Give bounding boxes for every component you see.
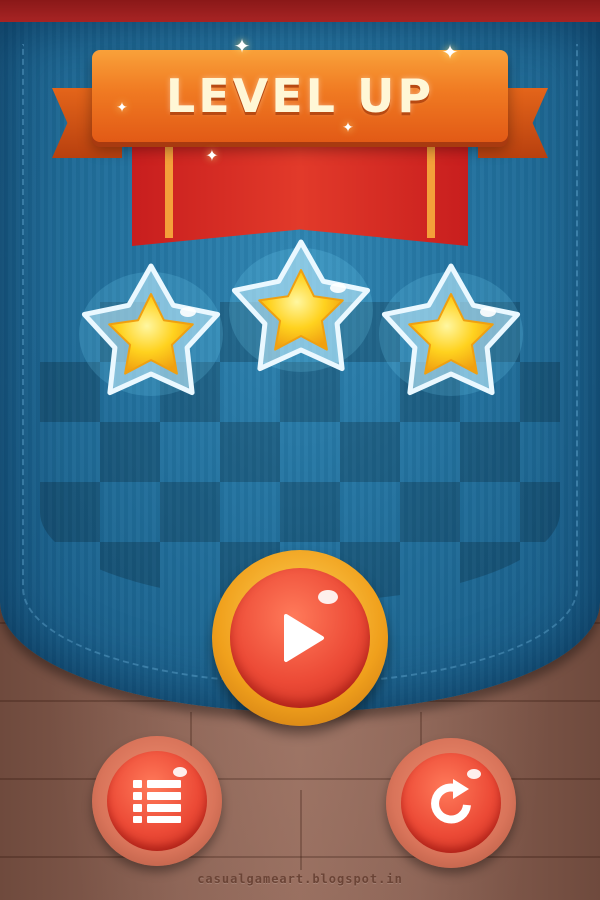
play-button[interactable] (212, 550, 388, 726)
sparkle-icon: ✦ (441, 40, 459, 64)
sparkle-icon: ✦ (342, 120, 354, 136)
play-icon (284, 614, 324, 662)
watermark-text: casualgameart.blogspot.in (197, 872, 403, 886)
banner-title: LEVEL UP (165, 69, 435, 123)
sparkle-icon: ✦ (116, 100, 128, 116)
sparkle-icon: ✦ (205, 146, 219, 165)
top-bar (0, 0, 600, 22)
hanging-ribbon (132, 128, 468, 246)
level-menu-button[interactable] (92, 736, 222, 866)
sparkle-icon: ✦ (233, 34, 251, 58)
level-list-icon (133, 780, 181, 823)
star-earned-icon (226, 238, 376, 378)
replay-icon (431, 779, 471, 824)
star-earned-icon (76, 262, 226, 402)
star-earned-icon (376, 262, 526, 402)
replay-button[interactable] (386, 738, 516, 868)
